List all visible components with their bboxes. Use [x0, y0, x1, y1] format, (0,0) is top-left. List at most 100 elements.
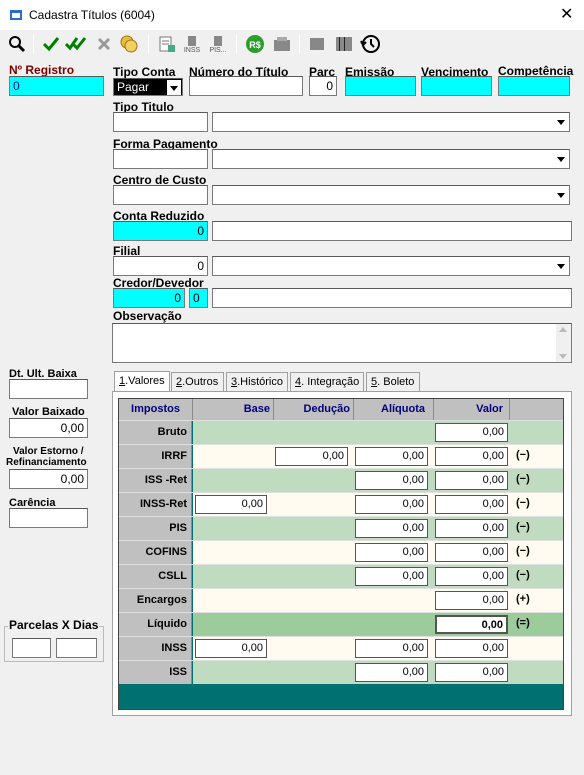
- valor-cell[interactable]: 0,00: [435, 591, 508, 610]
- tab-historico[interactable]: 3.Histórico: [226, 372, 288, 391]
- valor-cell[interactable]: 0,00: [435, 423, 508, 442]
- chevron-down-icon[interactable]: [554, 187, 568, 203]
- valor-cell[interactable]: 0,00: [435, 543, 508, 562]
- chevron-up-icon[interactable]: [559, 327, 567, 332]
- centro-custo-select[interactable]: [212, 185, 570, 205]
- valor-cell[interactable]: 0,00: [435, 519, 508, 538]
- chevron-down-icon[interactable]: [559, 354, 567, 359]
- observacao-textarea[interactable]: [112, 323, 572, 363]
- tipo-conta-value: Pagar: [117, 80, 150, 94]
- grid-row-iss-ret: ISS -Ret 0,00 0,00 (−): [119, 468, 563, 492]
- competencia-input[interactable]: [498, 76, 570, 96]
- valor-estorno-input[interactable]: 0,00: [9, 469, 88, 489]
- scrollbar[interactable]: [556, 324, 571, 362]
- base-cell[interactable]: 0,00: [195, 639, 267, 658]
- valor-cell[interactable]: 0,00: [435, 567, 508, 586]
- aliquota-cell[interactable]: 0,00: [355, 519, 428, 538]
- row-label: CSLL: [119, 565, 192, 588]
- aliquota-cell[interactable]: 0,00: [355, 447, 428, 466]
- base-cell[interactable]: 0,00: [195, 495, 267, 514]
- conta-reduzido-input[interactable]: 0: [113, 221, 208, 241]
- search-icon[interactable]: [6, 33, 28, 55]
- barcode-icon[interactable]: [333, 33, 355, 55]
- carencia-input[interactable]: [9, 508, 88, 528]
- row-body: 0,00 0,00 (−): [193, 469, 563, 492]
- chevron-down-icon[interactable]: [167, 80, 181, 95]
- grid-row-cofins: COFINS 0,00 0,00 (−): [119, 540, 563, 564]
- toolbar-separator: [236, 35, 237, 53]
- credor-input[interactable]: 0: [113, 288, 185, 308]
- row-body: 0,00 0,00 0,00 (−): [193, 493, 563, 516]
- tab-outros[interactable]: 2.Outros: [171, 372, 224, 391]
- chevron-down-icon[interactable]: [554, 151, 568, 167]
- conta-reduzido-description[interactable]: [212, 221, 572, 241]
- filial-select[interactable]: [212, 256, 570, 276]
- parcelas-input[interactable]: [12, 638, 51, 658]
- filial-input[interactable]: 0: [113, 256, 208, 276]
- row-label: INSS-Ret: [119, 493, 192, 516]
- nregistro-input[interactable]: 0: [9, 76, 104, 96]
- emissao-input[interactable]: [345, 76, 416, 96]
- history-icon[interactable]: [359, 33, 381, 55]
- aliquota-cell[interactable]: 0,00: [355, 567, 428, 586]
- doc-icon[interactable]: [306, 33, 328, 55]
- row-label: Bruto: [119, 421, 192, 444]
- check-icon[interactable]: [40, 33, 62, 55]
- sign-indicator: (=): [516, 617, 530, 629]
- credor-secondary-input[interactable]: 0: [189, 288, 208, 308]
- double-check-icon[interactable]: [65, 33, 87, 55]
- inss-icon[interactable]: INSS: [181, 33, 203, 55]
- tab-valores[interactable]: 1.Valores: [114, 371, 170, 392]
- forma-pagamento-code-input[interactable]: [113, 149, 208, 169]
- pis-icon-label: PIS...: [209, 46, 227, 54]
- tipo-conta-select[interactable]: Pagar: [113, 78, 183, 96]
- aliquota-cell[interactable]: 0,00: [355, 471, 428, 490]
- row-label: IRRF: [119, 445, 192, 468]
- deducao-cell[interactable]: 0,00: [275, 447, 348, 466]
- grid-row-pis: PIS 0,00 0,00 (−): [119, 516, 563, 540]
- credor-description[interactable]: [212, 288, 572, 308]
- chevron-down-icon[interactable]: [554, 258, 568, 274]
- valor-cell[interactable]: 0,00: [435, 447, 508, 466]
- aliquota-cell[interactable]: 0,00: [355, 495, 428, 514]
- centro-custo-code-input[interactable]: [113, 185, 208, 205]
- valor-cell[interactable]: 0,00: [435, 663, 508, 682]
- aliquota-cell[interactable]: 0,00: [355, 639, 428, 658]
- title-bar: Cadastra Títulos (6004) ✕: [0, 0, 584, 30]
- valor-estorno-label: Valor Estorno /: [13, 446, 84, 457]
- money-icon[interactable]: R$: [244, 33, 266, 55]
- row-label: Encargos: [119, 589, 192, 612]
- chevron-down-icon[interactable]: [554, 114, 568, 130]
- tab-integracao[interactable]: 4. Integração: [290, 372, 364, 391]
- tipo-conta-label: Tipo Conta: [113, 65, 176, 79]
- tipo-titulo-code-input[interactable]: [113, 112, 208, 132]
- valor-baixado-input[interactable]: 0,00: [9, 418, 88, 438]
- calc-doc-icon[interactable]: [156, 33, 178, 55]
- coins-icon[interactable]: [118, 33, 140, 55]
- valor-cell[interactable]: 0,00: [435, 639, 508, 658]
- tab-boleto[interactable]: 5. Boleto: [366, 372, 420, 391]
- close-icon[interactable]: ✕: [560, 4, 573, 24]
- cancel-icon[interactable]: [93, 33, 115, 55]
- toolbar-separator: [148, 35, 149, 53]
- tipo-titulo-select[interactable]: [212, 112, 570, 132]
- pis-icon[interactable]: PIS...: [207, 33, 229, 55]
- dt-ult-baixa-input[interactable]: [9, 379, 88, 399]
- sign-indicator: (−): [516, 569, 530, 581]
- dias-input[interactable]: [56, 638, 97, 658]
- wallet-icon[interactable]: [271, 33, 293, 55]
- valor-cell[interactable]: 0,00: [435, 471, 508, 490]
- vencimento-input[interactable]: [421, 76, 492, 96]
- row-label: COFINS: [119, 541, 192, 564]
- valor-cell[interactable]: 0,00: [435, 495, 508, 514]
- nregistro-label: Nº Registro: [9, 63, 75, 77]
- forma-pagamento-select[interactable]: [212, 149, 570, 169]
- parc-input[interactable]: 0: [309, 76, 337, 96]
- numero-titulo-input[interactable]: [189, 76, 303, 96]
- aliquota-cell[interactable]: 0,00: [355, 663, 428, 682]
- aliquota-cell[interactable]: 0,00: [355, 543, 428, 562]
- sign-indicator: (+): [516, 593, 530, 605]
- valor-cell[interactable]: 0,00: [435, 615, 508, 634]
- header-impostos: Impostos: [119, 399, 193, 420]
- grid-row-inss-ret: INSS-Ret 0,00 0,00 0,00 (−): [119, 492, 563, 516]
